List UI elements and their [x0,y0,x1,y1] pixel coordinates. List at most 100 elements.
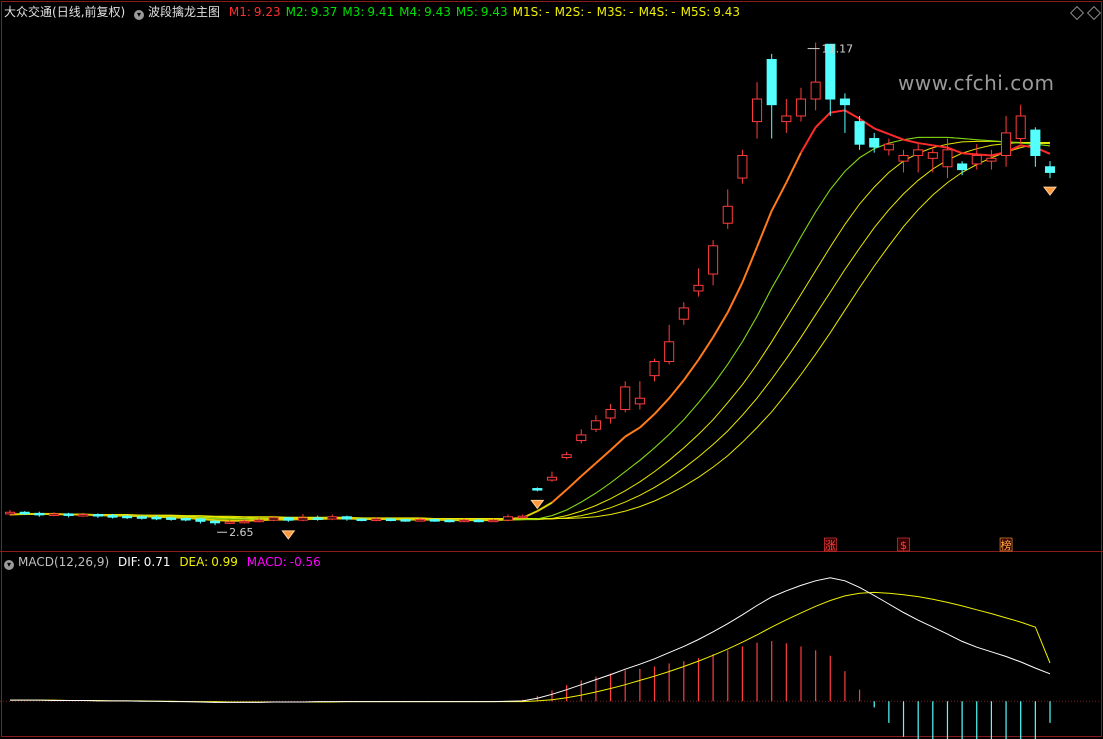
line-m1-segment [639,413,656,429]
candle-body [356,518,367,522]
indicator-number-m1: 9.23 [253,5,281,19]
candle-body [473,519,484,523]
candle-body [122,515,133,519]
candle-body [63,513,74,516]
candle-body [605,409,616,419]
candle-body [1044,166,1056,173]
line-m4 [10,142,1050,520]
candle-body [664,341,675,363]
line-m1-segment [800,126,817,154]
line-m1-segment [844,109,861,120]
dea-label: DEA: 0.99 [179,555,243,569]
macd-value-label: MACD: -0.56 [247,555,326,569]
line-m1-segment [565,475,582,491]
line-m2-green [10,136,1051,521]
candle-body [708,245,719,275]
indicator-value-m2s: M2S: [554,5,585,19]
line-m1-segment [726,282,744,313]
indicator-number-m4s: - [671,5,676,19]
candle-body [1015,115,1026,140]
stock-name[interactable]: 大众交通 [4,5,52,19]
candle-body [854,121,865,145]
indicator-number-m2s: - [587,5,592,19]
macd-menu-icon[interactable]: ▾ [4,560,14,570]
line-m1-segment [551,488,568,504]
candle-body [371,518,382,522]
line-m1-segment [653,397,670,415]
period-label[interactable]: (日线,前复权) [52,5,125,19]
indicator-menu-icon[interactable]: ▾ [134,10,145,20]
candle-body [488,519,499,523]
indicator-value-m1s: M1S: [512,5,543,19]
line-m1-segment [785,152,802,184]
indicator-value-m4: M4: [399,5,422,19]
candle-body [781,115,792,123]
candle-body [810,81,821,100]
line-m1-segment [712,311,729,338]
candle-body [48,513,59,516]
line-m1-segment [962,152,977,156]
candle-body [239,520,250,524]
candle-body [1001,132,1012,156]
candle-body [766,59,777,106]
candle-body [532,488,543,491]
candle-body [34,512,45,516]
line-m1-segment [918,142,933,147]
candle-body [312,517,323,520]
candle-body [869,138,880,148]
candle-body [590,420,601,430]
line-m1-segment [873,127,890,135]
candle-body [92,514,103,517]
indicator-value-m3: M3: [342,5,365,19]
candle-body [107,515,118,518]
line-m1-segment [609,435,626,451]
low-price-label: 2.65 [229,526,254,539]
macd-label-text: MACD: [246,555,287,569]
candle-body [942,149,953,168]
line-m1-segment [888,133,904,141]
candle-body [561,454,572,459]
candle-body [444,519,455,523]
indicator-number-m2: 9.37 [310,5,338,19]
candle-body [986,157,997,162]
line-m1-segment [830,109,846,114]
high-price-label: 11.17 [822,43,854,56]
dif-line [10,577,1051,703]
line-m1-segment [580,462,597,477]
line-m1-segment [668,379,685,399]
indicator-value-m4s: M4S: [638,5,669,19]
candle-body [136,516,147,519]
main-chart-header: 大众交通(日线,前复权) ▾ 波段擒龙主图 M1: 9.23 M2: 9.37 M3: 9.… [4,3,750,21]
candle-body [620,386,631,411]
macd-name[interactable]: MACD(12,26,9) [18,555,109,569]
line-m1-segment [682,359,700,381]
line-m5 [10,142,1051,519]
candle-body [913,149,924,156]
indicator-value-m5: M5: [455,5,478,19]
indicator-number-m5s: 9.43 [713,5,740,19]
candle-body [268,517,279,521]
candle-body [78,514,89,517]
candle-body [898,154,909,162]
candle-body [752,98,763,123]
candle-body [693,284,704,292]
candle-body [180,517,191,521]
line-m1-segment [903,138,919,145]
indicator-number-m1s: - [545,5,550,19]
candle-body [839,98,850,106]
candle-body [502,516,514,521]
candlestick-chart[interactable]: 11.17 2.65 涨 $ 榜 [0,0,1103,739]
watermark: www.cfchi.com [898,71,1055,95]
candle-body [737,154,748,179]
candle-body [151,516,162,520]
indicator-number-m3: 9.41 [367,5,395,19]
line-m1-segment [770,182,788,212]
indicator-value-m1: M1: [228,5,251,19]
event-label: 涨 [825,539,836,552]
dea-value: 0.99 [211,555,238,569]
candle-body [546,476,558,481]
candle-body [210,520,221,524]
candle-body [415,519,426,522]
indicator-name[interactable]: 波段擒龙主图 [148,5,220,19]
candle-body [795,98,807,117]
